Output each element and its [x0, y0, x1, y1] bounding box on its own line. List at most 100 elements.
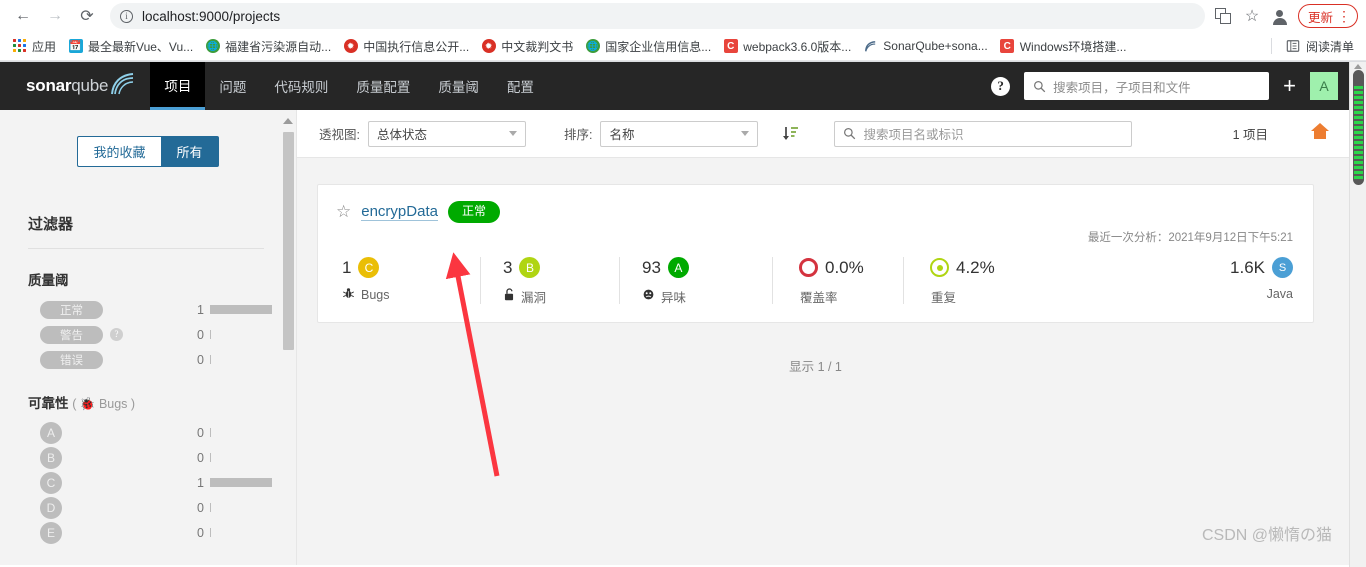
- measure-code-smells[interactable]: 93 A 异味: [620, 255, 772, 306]
- measure-size[interactable]: 1.6K S Java: [1230, 255, 1293, 301]
- project-search-placeholder: 搜索项目名或标识: [863, 128, 964, 142]
- measure-label: 覆盖率: [800, 290, 838, 305]
- tab-my-favorites[interactable]: 我的收藏: [77, 136, 161, 167]
- filters-sidebar: 我的收藏 所有 过滤器 质量阈 正常 1 警告 ? 0 错误 0 可靠性 (🐞…: [0, 110, 297, 565]
- tab-all[interactable]: 所有: [160, 136, 219, 167]
- bookmark-item[interactable]: ✹ 中文裁判文书: [475, 36, 579, 57]
- facet-bar: [210, 428, 272, 437]
- facet-row[interactable]: E 0: [28, 520, 272, 545]
- emblem-icon: ✹: [481, 39, 496, 54]
- project-card[interactable]: ☆ encrypData 正常 最近一次分析：2021年9月12日下午5:21 …: [317, 184, 1314, 323]
- reload-button[interactable]: ⟳: [72, 1, 102, 31]
- measure-label: 异味: [661, 290, 687, 305]
- csdn-icon: C: [723, 39, 738, 54]
- bookmark-item[interactable]: 🌐 福建省污染源自动...: [199, 36, 337, 57]
- url-text: localhost:9000/projects: [142, 8, 281, 24]
- global-search-input[interactable]: 搜索项目，子项目和文件: [1024, 72, 1270, 100]
- nav-item-quality-profiles[interactable]: 质量配置: [342, 62, 424, 110]
- site-info-icon[interactable]: i: [120, 9, 133, 23]
- sort-select[interactable]: 名称: [600, 120, 759, 147]
- global-search-placeholder: 搜索项目，子项目和文件: [1053, 80, 1191, 95]
- facet-row[interactable]: B 0: [28, 445, 272, 470]
- facet-count: 0: [197, 525, 204, 540]
- page-scrollbar-stripes: [1354, 86, 1363, 180]
- reading-list-button[interactable]: 阅读清单: [1280, 36, 1360, 57]
- home-icon[interactable]: [1310, 121, 1330, 146]
- measure-label: 重复: [931, 290, 957, 305]
- bookmark-star-icon[interactable]: ☆: [1239, 6, 1265, 26]
- sidebar-content: 过滤器 质量阈 正常 1 警告 ? 0 错误 0 可靠性 (🐞 Bugs) …: [0, 213, 296, 565]
- globe-icon: 🌐: [585, 39, 600, 54]
- bookmark-label: 中文裁判文书: [501, 39, 574, 54]
- add-project-button[interactable]: +: [1283, 75, 1296, 97]
- scroll-up-icon[interactable]: [1354, 64, 1362, 69]
- sort-direction-button[interactable]: [782, 125, 800, 143]
- chrome-menu-icon[interactable]: ⋮: [1337, 9, 1351, 23]
- bookmark-item[interactable]: C Windows环境搭建...: [994, 36, 1133, 57]
- forward-button[interactable]: →: [40, 1, 70, 31]
- search-icon: [844, 128, 856, 140]
- help-icon[interactable]: ?: [991, 76, 1011, 96]
- facet-row[interactable]: A 0: [28, 420, 272, 445]
- logo-bold-text: sonar: [26, 76, 72, 95]
- projects-main: 透视图: 总体状态 排序: 名称 搜索项目名或标识 1 项目 ☆ encrypD…: [297, 110, 1366, 565]
- facet-row[interactable]: C 1: [28, 470, 272, 495]
- reading-list-icon: [1286, 39, 1301, 54]
- chevron-down-icon: [508, 131, 517, 136]
- sonarqube-nav-right: ? 搜索项目，子项目和文件 + A: [991, 62, 1366, 110]
- project-name-link[interactable]: encrypData: [361, 203, 438, 221]
- facet-title: 可靠性 ( 🐞 Bugs ): [28, 392, 272, 412]
- scroll-up-icon[interactable]: [283, 118, 293, 124]
- bookmark-item[interactable]: 📅 最全最新Vue、Vu...: [62, 36, 199, 57]
- facet-title: 质量阈: [28, 273, 69, 288]
- sonar-waves-icon: [110, 72, 136, 101]
- bookmark-item[interactable]: SonarQube+sona...: [857, 37, 993, 56]
- favorite-star-icon[interactable]: ☆: [336, 203, 351, 220]
- nav-item-rules[interactable]: 代码规则: [260, 62, 342, 110]
- facet-row[interactable]: 错误 0: [28, 347, 272, 372]
- nav-item-projects[interactable]: 项目: [150, 62, 206, 110]
- bookmark-item[interactable]: 🌐 国家企业信用信息...: [579, 36, 717, 57]
- facet-count: 0: [197, 425, 204, 440]
- unlock-icon: [503, 288, 515, 304]
- measure-bugs[interactable]: 1 C Bugs: [342, 255, 480, 303]
- sort-value: 名称: [609, 128, 635, 142]
- facet-row[interactable]: 正常 1: [28, 297, 272, 322]
- browser-url-row: ← → ⟳ i localhost:9000/projects ☆ 更新 ⋮: [0, 0, 1366, 32]
- update-button[interactable]: 更新 ⋮: [1297, 4, 1358, 28]
- bookmarks-divider: [1270, 38, 1272, 54]
- page-scrollbar[interactable]: [1349, 62, 1366, 567]
- user-avatar[interactable]: A: [1310, 72, 1338, 100]
- facet-row[interactable]: D 0: [28, 495, 272, 520]
- rating-circle: B: [40, 446, 62, 469]
- bookmark-item[interactable]: C webpack3.6.0版本...: [717, 36, 857, 57]
- facet-bar: [210, 330, 272, 339]
- nav-item-quality-gates[interactable]: 质量阈: [424, 62, 493, 110]
- bookmark-apps[interactable]: 应用: [6, 36, 62, 57]
- help-icon[interactable]: ?: [110, 328, 123, 341]
- emblem-icon: ✹: [343, 39, 358, 54]
- facet-reliability: 可靠性 ( 🐞 Bugs ) A 0 B 0 C 1 D 0 E 0: [28, 392, 272, 545]
- profile-avatar-icon[interactable]: [1267, 3, 1293, 29]
- facet-row[interactable]: 警告 ? 0: [28, 322, 272, 347]
- project-measures: 1 C Bugs 3 B 漏洞 93 A 异味 0.0% 覆盖率 4.2% 重复…: [336, 255, 1293, 306]
- facet-bar: [210, 528, 272, 537]
- bookmark-item[interactable]: ✹ 中国执行信息公开...: [337, 36, 475, 57]
- perspective-select[interactable]: 总体状态: [367, 120, 526, 147]
- nav-item-administration[interactable]: 配置: [493, 62, 548, 110]
- sidebar-scrollbar[interactable]: [281, 110, 296, 565]
- measure-coverage[interactable]: 0.0% 覆盖率: [773, 255, 903, 306]
- measure-value: 1: [342, 257, 352, 277]
- watermark: CSDN @懒惰の猫: [1201, 527, 1332, 544]
- measure-duplications[interactable]: 4.2% 重复: [904, 255, 1034, 306]
- nav-item-issues[interactable]: 问题: [205, 62, 260, 110]
- bookmark-label: 福建省污染源自动...: [225, 39, 332, 54]
- back-button[interactable]: ←: [8, 1, 38, 31]
- measure-vulnerabilities[interactable]: 3 B 漏洞: [481, 255, 619, 306]
- address-bar[interactable]: i localhost:9000/projects: [110, 3, 1205, 29]
- project-search-input[interactable]: 搜索项目名或标识: [834, 120, 1133, 147]
- sonarqube-logo[interactable]: sonarqube: [0, 62, 150, 110]
- translate-icon[interactable]: [1211, 3, 1237, 29]
- sidebar-scrollbar-thumb[interactable]: [283, 132, 294, 350]
- facet-bar: [210, 503, 272, 512]
